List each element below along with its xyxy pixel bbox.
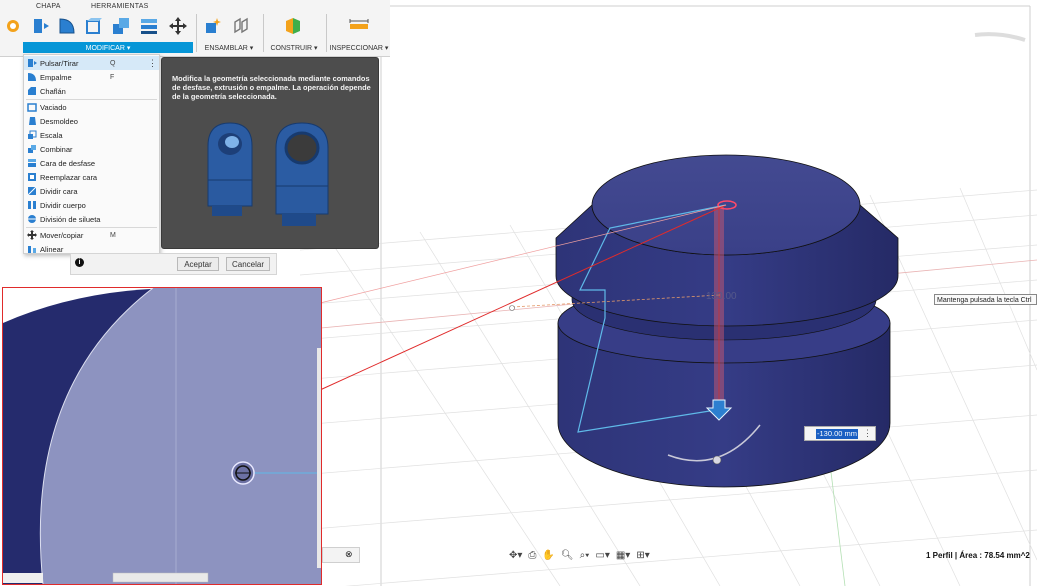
scale-icon [28,130,37,139]
split-face-icon [27,186,37,196]
modificar-dropdown: Pulsar/Tirar Q ⋮ Empalme F Chaflán Vacia… [23,54,160,254]
modificar-menu-button[interactable]: MODIFICAR ▾ [23,42,193,53]
menu-item-vaciado[interactable]: Vaciado [24,100,159,114]
joint-tool-icon[interactable] [230,15,252,37]
menu-item-desmoldeo[interactable]: Desmoldeo [24,114,159,128]
menu-item-chaflan[interactable]: Chaflán [24,84,159,98]
menu-item-label: Dividir cuerpo [40,200,86,210]
draft-icon [29,117,36,125]
look-at-icon[interactable]: ⎙ [528,550,536,561]
menu-item-label: Mover/copiar [40,230,84,240]
dimension-input[interactable]: -130.00 mm ⋮ [804,426,876,441]
inspeccionar-menu-button[interactable]: INSPECCIONAR ▾ [329,42,389,53]
rotate-handle[interactable] [712,455,722,465]
display-settings-icon[interactable]: ▭▾ [595,550,609,561]
menu-item-label: Alinear [40,244,64,254]
combine-icon [28,145,36,153]
menu-item-label: Dividir cara [40,186,78,196]
toolbar: CHAPA HERRAMIENTAS MODIFICAR ▾ ENSAMBLAR… [0,0,390,57]
menu-item-escala[interactable]: Escala [24,128,159,142]
menu-item-label: Combinar [40,144,73,154]
menu-item-shortcut: F [110,73,115,81]
menu-item-empalme[interactable]: Empalme F [24,70,159,84]
zoom-window-icon[interactable]: ⌕▾ [580,550,590,561]
chamfer-icon [28,87,36,95]
cancelar-button[interactable]: Cancelar [226,257,270,271]
menu-item-label: Escala [40,130,63,140]
ctrl-hint-tooltip: Mantenga pulsada la tecla Ctrl [934,294,1037,305]
more-options-icon[interactable]: ⋮ [148,58,157,69]
fillet-tool-icon[interactable] [56,15,78,37]
construir-menu-button[interactable]: CONSTRUIR ▾ [266,42,322,53]
align-icon [28,246,36,253]
menu-item-label: Reemplazar cara [40,172,98,182]
grid-settings-icon[interactable]: ▦▾ [616,550,630,561]
selection-status: 1 Perfil | Área : 78.54 mm^2 [926,551,1030,560]
zoom-icon[interactable]: 🔍︎ [561,550,574,561]
move-icon [27,230,37,240]
orbit-icon[interactable]: ✥▾ [509,550,522,561]
menu-item-label: Chaflán [40,86,66,96]
menu-item-cara-de-desfase[interactable]: Cara de desfase [24,156,159,170]
menu-item-reemplazar-cara[interactable]: Reemplazar cara [24,170,159,184]
viewports-icon[interactable]: ⊞▾ [636,550,649,561]
ensamblar-menu-button[interactable]: ENSAMBLAR ▾ [199,42,259,53]
menu-item-division-de-silueta[interactable]: División de silueta [24,212,159,226]
menu-item-label: Desmoldeo [40,116,78,126]
menu-item-dividir-cuerpo[interactable]: Dividir cuerpo [24,198,159,212]
menu-item-label: Pulsar/Tirar [40,58,79,68]
navigation-bar: ✥▾ ⎙ ✋ 🔍︎ ⌕▾ ▭▾ ▦▾ ⊞▾ [509,546,677,564]
close-icon[interactable]: ⊗ [345,549,353,560]
menu-item-dividir-cara[interactable]: Dividir cara [24,184,159,198]
menu-item-label: Cara de desfase [40,158,96,168]
split-body-icon [28,201,36,209]
press-pull-tool-icon[interactable] [30,15,52,37]
combine-tool-icon[interactable] [110,15,132,37]
menu-item-mover-copiar[interactable]: Mover/copiar M [24,228,159,242]
fillet-icon [28,73,36,81]
measure-tool-icon[interactable] [348,15,370,37]
menu-item-label: Vaciado [40,102,67,112]
press-pull-tooltip: Modifica la geometría seleccionada media… [161,57,379,249]
shell-icon [27,103,37,112]
menu-item-combinar[interactable]: Combinar [24,142,159,156]
offset-face-icon [28,159,36,167]
silhouette-split-icon [28,215,36,223]
aceptar-button[interactable]: Aceptar [177,257,219,271]
tooltip-description: Modifica la geometría seleccionada media… [172,74,371,101]
new-component-icon[interactable] [202,15,224,37]
menu-item-label: Empalme [40,72,72,82]
menu-item-shortcut: M [110,231,116,239]
tab-herramientas[interactable]: HERRAMIENTAS [91,3,149,10]
menu-item-shortcut: Q [110,59,116,67]
info-icon[interactable]: i [75,258,84,267]
tooltip-illustration [207,122,329,226]
create-icon[interactable] [2,15,24,37]
more-options-icon[interactable]: ⋮ [863,428,872,439]
zoom-inset [2,287,322,585]
menu-item-label: División de silueta [40,214,101,224]
pan-icon[interactable]: ✋ [542,550,554,561]
tab-chapa[interactable]: CHAPA [36,3,61,10]
offset-face-tool-icon[interactable] [138,15,160,37]
replace-face-icon [28,173,36,181]
dimension-label: 130.00 [706,291,737,302]
menu-item-pulsar-tirar[interactable]: Pulsar/Tirar Q ⋮ [24,56,159,70]
press-pull-icon [28,59,37,67]
plane-tool-icon[interactable] [282,15,304,37]
timeline-controls[interactable]: ⊗ [322,547,360,563]
dimension-input-value[interactable]: -130.00 mm [816,428,859,439]
move-tool-icon[interactable] [167,15,189,37]
shell-tool-icon[interactable] [83,15,105,37]
press-pull-dialog: i Aceptar Cancelar [70,253,277,275]
